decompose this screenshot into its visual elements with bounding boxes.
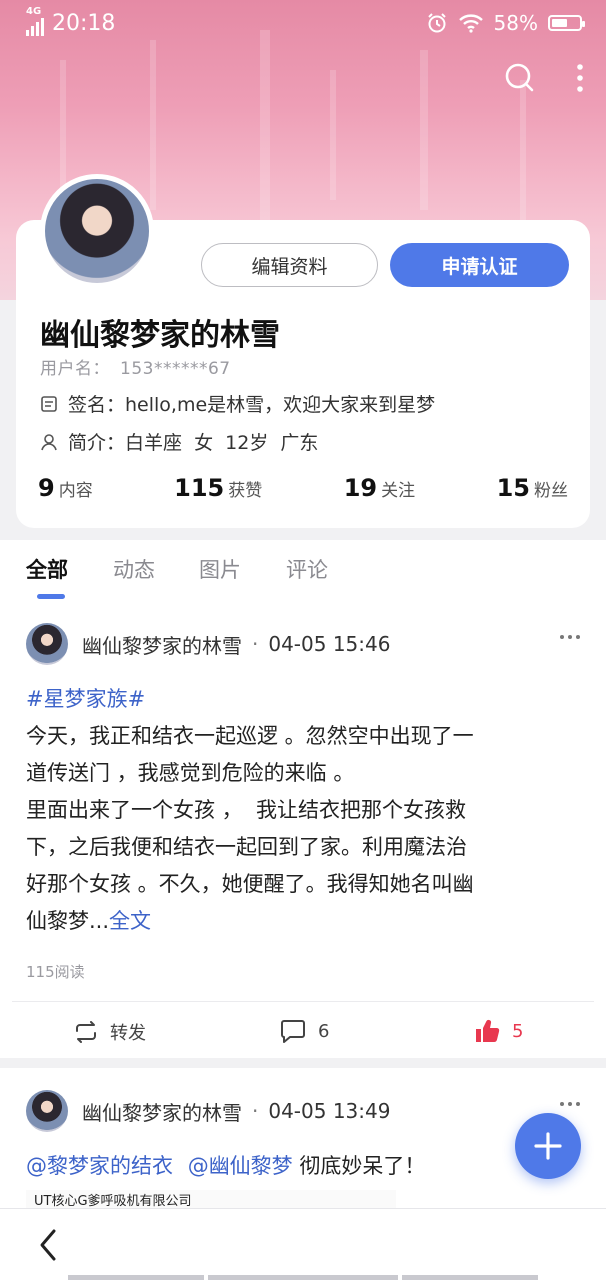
thumbs-up-icon xyxy=(476,1019,500,1043)
avatar[interactable] xyxy=(40,174,154,288)
apply-verification-button[interactable]: 申请认证 xyxy=(390,243,569,287)
post-line: 彻底妙呆了！ xyxy=(292,1154,426,1178)
repost-label: 转发 xyxy=(110,1023,146,1044)
mention-link[interactable]: @黎梦家的结衣 xyxy=(26,1154,173,1178)
profile-stats: 9 内容 115 获赞 19 关注 15 粉丝 xyxy=(38,474,568,502)
post-actions: 转发 6 5 xyxy=(0,1001,606,1061)
intro-text: 白羊座 女 12岁 广东 xyxy=(125,432,319,454)
post-hashtag[interactable]: #星梦家族# xyxy=(26,681,582,718)
search-icon[interactable] xyxy=(504,62,536,94)
author-avatar[interactable] xyxy=(26,623,68,665)
post-image-preview[interactable]: UT核心G爹呼吸机有限公司 xyxy=(26,1190,396,1208)
post-text: #星梦家族# 今天，我正和结衣一起巡逻 。忽然空中出现了一 道传送门 ，我感觉到… xyxy=(26,681,582,940)
stat-content[interactable]: 9 内容 xyxy=(38,474,93,502)
gesture-bar xyxy=(208,1275,398,1280)
stat-following[interactable]: 19 关注 xyxy=(344,474,415,502)
post-line: 仙黎梦... xyxy=(26,909,110,933)
post-author[interactable]: 幽仙黎梦家的林雪 xyxy=(82,630,242,659)
tab-comments[interactable]: 评论 xyxy=(286,554,328,584)
edit-profile-button[interactable]: 编辑资料 xyxy=(201,243,378,287)
post-line: 里面出来了一个女孩 ， 我让结衣把那个女孩救 xyxy=(26,798,467,822)
back-arrow-icon[interactable] xyxy=(36,1227,60,1263)
tab-images[interactable]: 图片 xyxy=(199,554,241,584)
more-vertical-icon[interactable] xyxy=(576,63,584,93)
repost-icon xyxy=(76,1021,96,1043)
wifi-icon xyxy=(458,14,483,33)
read-count: 115阅读 xyxy=(26,963,85,981)
post-line: 今天，我正和结衣一起巡逻 。忽然空中出现了一 xyxy=(26,724,474,748)
tab-updates[interactable]: 动态 xyxy=(113,554,155,584)
post-time: 04-05 15:46 xyxy=(268,632,391,656)
alarm-icon xyxy=(427,13,446,33)
battery-percent: 58% xyxy=(493,11,538,35)
stat-followers[interactable]: 15 粉丝 xyxy=(497,474,568,502)
post-time: 04-05 13:49 xyxy=(268,1099,391,1123)
more-options-icon[interactable] xyxy=(560,1102,580,1106)
comment-button[interactable]: 6 xyxy=(280,1019,329,1043)
like-count: 5 xyxy=(512,1020,524,1042)
tab-bar: 全部 动态 图片 评论 xyxy=(0,540,606,602)
clock: 20:18 xyxy=(52,11,116,36)
like-button[interactable]: 5 xyxy=(474,1019,523,1043)
separator-dot: · xyxy=(252,1099,259,1123)
signature-icon xyxy=(41,395,57,412)
intro-label: 简介： xyxy=(68,432,126,454)
username-row: 用户名： 153******67 xyxy=(40,354,231,379)
image-caption: UT核心G爹呼吸机有限公司 xyxy=(34,1194,192,1208)
bottom-nav-bar xyxy=(0,1208,606,1281)
stat-likes[interactable]: 115 获赞 xyxy=(174,474,262,502)
status-bar: 4G 20:18 58% xyxy=(0,0,606,48)
plus-icon xyxy=(534,1132,562,1160)
post-card[interactable]: 幽仙黎梦家的林雪 · 04-05 15:46 #星梦家族# 今天，我正和结衣一起… xyxy=(0,601,606,1058)
mention-link[interactable]: @幽仙黎梦 xyxy=(188,1154,293,1178)
signature-text: hello,me是林雪，欢迎大家来到星梦 xyxy=(125,394,436,416)
gesture-bar xyxy=(68,1275,204,1280)
comment-icon xyxy=(281,1020,305,1043)
post-author[interactable]: 幽仙黎梦家的林雪 xyxy=(82,1097,242,1126)
active-tab-indicator xyxy=(37,594,65,599)
post-text: @黎梦家的结衣 @幽仙黎梦 彻底妙呆了！ xyxy=(26,1148,582,1185)
signal-icon: 4G xyxy=(26,6,44,36)
username-value: 153******67 xyxy=(120,359,231,379)
profile-name: 幽仙黎梦家的林雪 xyxy=(40,318,280,353)
gesture-bar xyxy=(402,1275,538,1280)
more-options-icon[interactable] xyxy=(560,635,580,639)
battery-icon xyxy=(548,15,585,31)
post-line: 好那个女孩 。不久，她便醒了。我得知她名叫幽 xyxy=(26,872,474,896)
separator-dot: · xyxy=(252,632,259,656)
intro-row: 简介：白羊座 女 12岁 广东 xyxy=(40,428,318,455)
author-avatar[interactable] xyxy=(26,1090,68,1132)
comment-count: 6 xyxy=(318,1020,330,1042)
person-icon xyxy=(41,433,57,450)
post-line: 下，之后我便和结衣一起回到了家。利用魔法治 xyxy=(26,835,467,859)
signature-label: 签名： xyxy=(68,394,126,416)
tab-all[interactable]: 全部 xyxy=(26,554,68,584)
signature-row: 签名：hello,me是林雪，欢迎大家来到星梦 xyxy=(40,390,435,417)
post-line: 道传送门 ，我感觉到危险的来临 。 xyxy=(26,761,355,785)
repost-button[interactable]: 转发 xyxy=(74,1019,146,1045)
create-post-button[interactable] xyxy=(515,1113,581,1179)
full-text-link[interactable]: 全文 xyxy=(109,909,151,933)
username-label: 用户名： xyxy=(40,359,110,379)
